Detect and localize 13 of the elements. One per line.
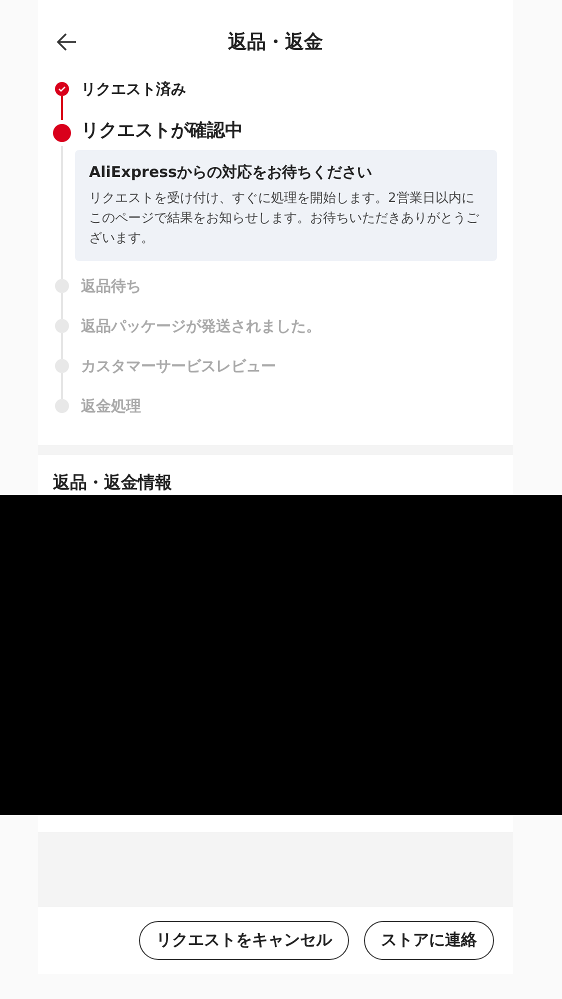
notice-title: AliExpressからの対応をお待ちください: [89, 163, 373, 182]
notice-text: リクエストを受け付け、すぐに処理を開始します。2営業日以内にこのページで結果をお知らせします。お待ちいただきありがとうございます。: [89, 190, 480, 248]
step-label: 返金処理: [81, 396, 142, 417]
action-button[interactable]: リクエストをキャンセル: [139, 921, 349, 960]
step-label: 返品パッケージが発送されました。: [81, 316, 322, 337]
page-title: 返品・返金: [228, 30, 323, 55]
step-label: リクエスト済み: [81, 79, 187, 100]
step-label: リクエストが確認中: [81, 119, 244, 143]
current-step-dot: [53, 124, 71, 142]
step-label: 返品待ち: [81, 276, 142, 297]
action-button[interactable]: ストアに連絡: [364, 921, 494, 960]
step-label: カスタマーサービスレビュー: [81, 356, 277, 377]
section-title: 返品・返金情報: [53, 473, 172, 493]
